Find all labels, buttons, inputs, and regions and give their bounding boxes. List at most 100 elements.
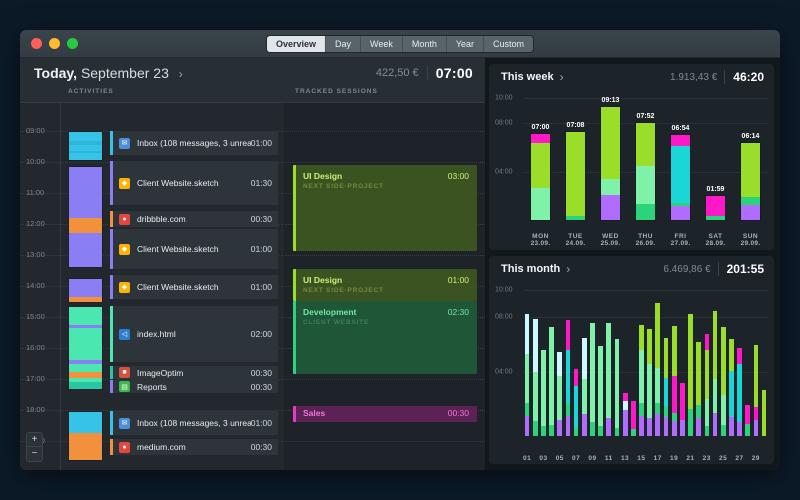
bar-stack[interactable] xyxy=(599,105,622,221)
bar-slot[interactable] xyxy=(711,290,719,436)
bar-stack[interactable] xyxy=(655,302,661,436)
list-item[interactable]: ● dribbble.com 00:30 xyxy=(110,211,278,227)
bar-slot[interactable] xyxy=(646,290,654,436)
list-item[interactable]: ◆ Client Website.sketch 01:00 xyxy=(110,229,278,269)
bar-stack[interactable] xyxy=(565,320,571,436)
activities-timeline[interactable]: 09:00 10:00 11:00 12:00 13:00 14:00 15:00 16:00… xyxy=(20,103,285,470)
chevron-right-icon[interactable]: › xyxy=(566,262,570,276)
chevron-right-icon[interactable]: › xyxy=(179,67,183,81)
bar-slot[interactable] xyxy=(703,290,711,436)
close-icon[interactable] xyxy=(31,38,42,49)
bar-stack[interactable] xyxy=(598,346,603,436)
bar-slot[interactable] xyxy=(556,290,564,436)
bar-stack[interactable] xyxy=(679,382,685,436)
bar-stack[interactable] xyxy=(634,122,657,221)
bar-slot[interactable]: 06:14 xyxy=(733,98,768,221)
bar-slot[interactable] xyxy=(760,290,768,436)
bar-slot[interactable] xyxy=(735,290,743,436)
bar-stack[interactable] xyxy=(606,323,612,436)
tab-year[interactable]: Year xyxy=(446,35,485,52)
period-segmented-control[interactable]: Overview Day Week Month Year Custom xyxy=(265,34,535,53)
bar-slot[interactable]: 07:52 xyxy=(628,98,663,221)
bar-stack[interactable] xyxy=(529,132,552,221)
bar-stack[interactable] xyxy=(647,328,653,436)
timeline-zoom-stepper[interactable]: + − xyxy=(26,432,43,462)
this-week-chart[interactable]: 10:00 08:00 04:00 07:00 07:08 09:13 07:52 06:54… xyxy=(489,90,774,250)
bar-stack[interactable] xyxy=(671,325,677,436)
bar-stack[interactable] xyxy=(712,310,718,436)
list-item[interactable]: ◆ Client Website.sketch 01:00 xyxy=(110,275,278,299)
timeline-block[interactable] xyxy=(68,166,103,268)
bar-slot[interactable] xyxy=(523,290,531,436)
bar-stack[interactable] xyxy=(739,142,762,221)
bar-slot[interactable]: 09:13 xyxy=(593,97,628,221)
bar-stack[interactable] xyxy=(532,319,538,436)
bar-stack[interactable] xyxy=(524,313,530,436)
bar-stack[interactable] xyxy=(688,313,693,436)
session-block[interactable]: Sales 00:30 xyxy=(293,406,477,422)
bar-slot[interactable] xyxy=(548,290,556,436)
tab-day[interactable]: Day xyxy=(325,35,361,52)
bar-slot[interactable] xyxy=(597,290,605,436)
bar-slot[interactable] xyxy=(572,290,580,436)
minimize-icon[interactable] xyxy=(49,38,60,49)
timeline-block[interactable] xyxy=(68,306,103,390)
bar-stack[interactable] xyxy=(729,339,734,436)
bar-stack[interactable] xyxy=(557,351,563,436)
bar-slot[interactable] xyxy=(539,290,547,436)
list-item[interactable]: ◁ index.html 02:00 xyxy=(110,306,278,362)
bar-stack[interactable] xyxy=(549,327,554,436)
maximize-icon[interactable] xyxy=(67,38,78,49)
bar-slot[interactable] xyxy=(613,290,621,436)
bar-slot[interactable] xyxy=(531,290,539,436)
bar-slot[interactable] xyxy=(564,290,572,436)
bar-stack[interactable] xyxy=(737,347,742,436)
bar-stack[interactable] xyxy=(541,350,546,436)
bar-stack[interactable] xyxy=(639,324,644,436)
bar-slot[interactable] xyxy=(670,290,678,436)
bar-stack[interactable] xyxy=(663,338,669,436)
bar-slot[interactable] xyxy=(580,290,588,436)
bar-stack[interactable] xyxy=(753,344,759,436)
bar-stack[interactable] xyxy=(720,327,726,436)
chevron-right-icon[interactable]: › xyxy=(560,70,564,84)
bar-stack[interactable] xyxy=(704,334,710,436)
tab-week[interactable]: Week xyxy=(360,35,403,52)
bar-stack[interactable] xyxy=(630,400,636,436)
bar-slot[interactable] xyxy=(654,290,662,436)
bar-stack[interactable] xyxy=(581,338,587,436)
bar-slot[interactable] xyxy=(686,290,694,436)
bar-slot[interactable] xyxy=(727,290,735,436)
zoom-in-button[interactable]: + xyxy=(27,433,42,447)
bar-stack[interactable] xyxy=(564,131,587,221)
bar-slot[interactable] xyxy=(605,290,613,436)
bar-stack[interactable] xyxy=(696,342,702,436)
session-block[interactable]: Development 02:30 CLIENT WEBSITE xyxy=(293,301,477,374)
bar-stack[interactable] xyxy=(622,392,628,436)
tab-month[interactable]: Month xyxy=(402,35,447,52)
session-block[interactable]: UI Design 01:00 NEXT SIDE-PROJECT xyxy=(293,269,477,301)
bar-slot[interactable] xyxy=(629,290,637,436)
bar-stack[interactable] xyxy=(761,389,767,436)
tab-overview[interactable]: Overview xyxy=(266,35,326,52)
bar-slot[interactable] xyxy=(637,290,645,436)
this-month-chart[interactable]: 10:00 08:00 04:00 01 03 05 07 09 11 13 15 17 19 21 23 2… xyxy=(489,282,774,464)
timeline-block[interactable] xyxy=(68,278,103,303)
bar-slot[interactable]: 06:54 xyxy=(663,98,698,221)
bar-slot[interactable]: 07:00 xyxy=(523,98,558,221)
session-block[interactable]: UI Design 03:00 NEXT SIDE-PROJECT xyxy=(293,165,477,251)
timeline-block[interactable] xyxy=(68,411,103,461)
bar-stack[interactable] xyxy=(745,404,751,436)
bar-slot[interactable] xyxy=(678,290,686,436)
list-item[interactable]: ◆ Client Website.sketch 01:30 xyxy=(110,161,278,205)
list-item[interactable]: ▤ Reports 00:30 xyxy=(110,380,278,393)
bar-slot[interactable] xyxy=(662,290,670,436)
bar-slot[interactable] xyxy=(588,290,596,436)
bar-slot[interactable] xyxy=(719,290,727,436)
bar-slot[interactable] xyxy=(621,290,629,436)
bar-slot[interactable] xyxy=(695,290,703,436)
bar-stack[interactable] xyxy=(704,194,727,221)
bar-stack[interactable] xyxy=(590,323,595,436)
list-item[interactable]: ✉ Inbox (108 messages, 3 unread) 01:00 xyxy=(110,411,278,435)
bar-slot[interactable] xyxy=(744,290,752,436)
